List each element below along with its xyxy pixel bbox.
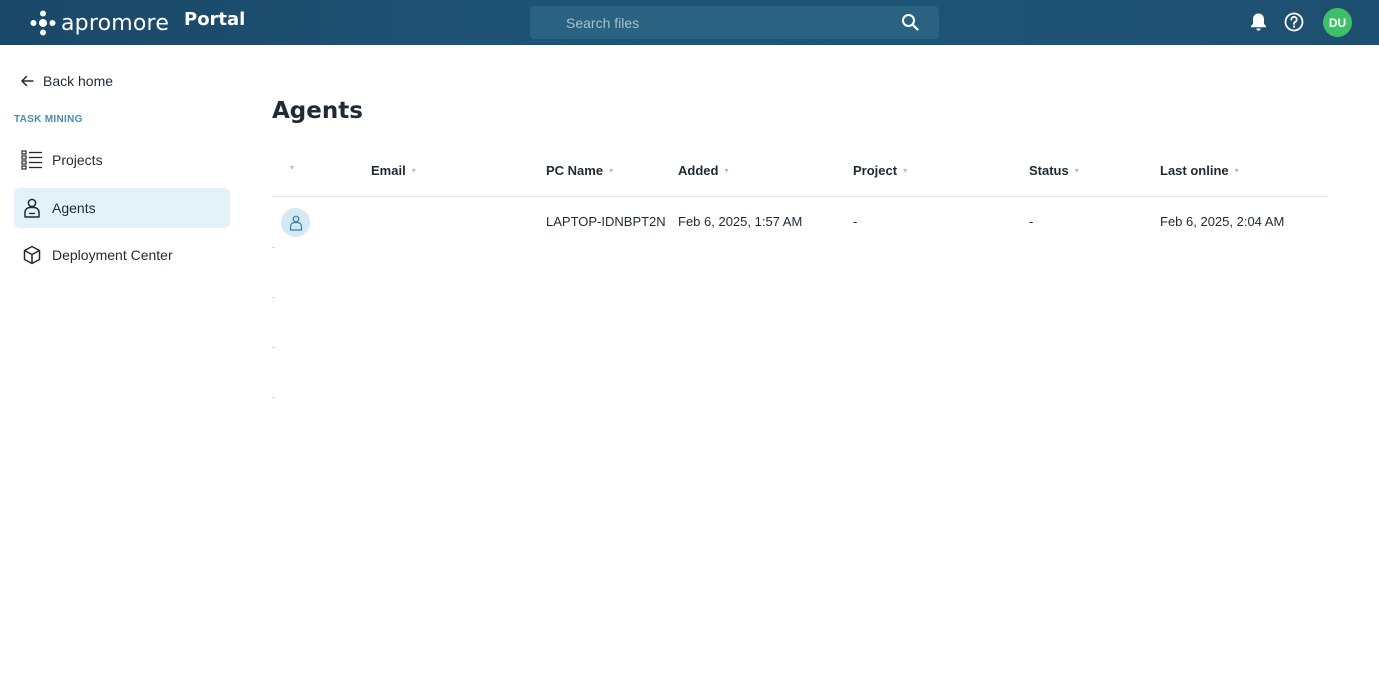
search-icon[interactable] — [901, 13, 919, 31]
sort-caret-icon: ▾ — [724, 166, 729, 175]
page-title: Agents — [272, 98, 363, 124]
row-divider — [272, 297, 275, 298]
agent-avatar — [281, 208, 310, 237]
sort-caret-icon: ▾ — [1074, 166, 1079, 175]
cell-status: - — [1029, 214, 1034, 229]
arrow-left-icon — [21, 75, 34, 87]
sidebar-item-projects[interactable]: Projects — [14, 140, 230, 180]
sidebar-item-deployment-center[interactable]: Deployment Center — [14, 235, 230, 275]
sort-caret-icon: ▾ — [609, 166, 614, 175]
brand-name: apromore — [61, 10, 170, 36]
agents-table: ▾ Email ▾ PC Name ▾ Added ▾ Project ▾ St… — [272, 150, 1328, 247]
apromore-logo-icon — [30, 10, 56, 36]
back-home-label: Back home — [43, 73, 114, 89]
column-header-last-online[interactable]: Last online ▾ — [1160, 163, 1239, 178]
column-header-label: PC Name — [546, 163, 604, 178]
row-divider — [272, 247, 275, 248]
person-icon — [21, 197, 43, 219]
table-header: ▾ Email ▾ PC Name ▾ Added ▾ Project ▾ St… — [272, 150, 1328, 197]
product-name: Portal — [184, 9, 246, 30]
column-header-label: Project — [853, 163, 898, 178]
list-icon — [21, 149, 43, 171]
sidebar-item-label: Agents — [52, 200, 96, 216]
row-divider — [272, 397, 275, 398]
help-icon[interactable] — [1284, 12, 1304, 32]
column-header-label: Last online — [1160, 163, 1229, 178]
search-box — [530, 6, 939, 39]
sort-caret-icon: ▾ — [1234, 166, 1239, 175]
column-header-label: Status — [1029, 163, 1069, 178]
column-header-icon[interactable]: ▾ — [284, 163, 294, 172]
person-icon — [289, 215, 302, 231]
sidebar-item-label: Deployment Center — [52, 247, 173, 263]
column-header-added[interactable]: Added ▾ — [678, 163, 728, 178]
cell-last-online: Feb 6, 2025, 2:04 AM — [1160, 214, 1285, 229]
column-header-email[interactable]: Email ▾ — [371, 163, 416, 178]
search-input[interactable] — [530, 14, 890, 31]
sort-caret-icon: ▾ — [290, 163, 295, 172]
apromore-logo[interactable]: apromore — [30, 9, 169, 37]
column-header-status[interactable]: Status ▾ — [1029, 163, 1079, 178]
column-header-label: Email — [371, 163, 406, 178]
column-header-project[interactable]: Project ▾ — [853, 163, 907, 178]
cell-project: - — [853, 214, 858, 229]
column-header-label: Added — [678, 163, 719, 178]
sidebar-item-agents[interactable]: Agents — [14, 188, 230, 228]
sort-caret-icon: ▾ — [411, 166, 416, 175]
row-divider — [272, 347, 275, 348]
user-avatar[interactable]: DU — [1323, 8, 1352, 37]
sort-caret-icon: ▾ — [903, 166, 908, 175]
cell-added: Feb 6, 2025, 1:57 AM — [678, 214, 803, 229]
table-row[interactable]: LAPTOP-IDNBPT2N Feb 6, 2025, 1:57 AM - -… — [272, 197, 1328, 247]
bell-icon[interactable] — [1249, 12, 1268, 32]
section-label-task-mining: TASK MINING — [14, 114, 83, 125]
sidebar: Back home TASK MINING Projects Agents De… — [0, 45, 245, 676]
cube-icon — [21, 244, 43, 266]
column-header-pc-name[interactable]: PC Name ▾ — [546, 163, 613, 178]
cell-pc-name: LAPTOP-IDNBPT2N — [546, 214, 666, 229]
sidebar-item-label: Projects — [52, 152, 103, 168]
back-home-link[interactable]: Back home — [20, 73, 113, 89]
top-bar: apromore Portal DU — [0, 0, 1379, 45]
